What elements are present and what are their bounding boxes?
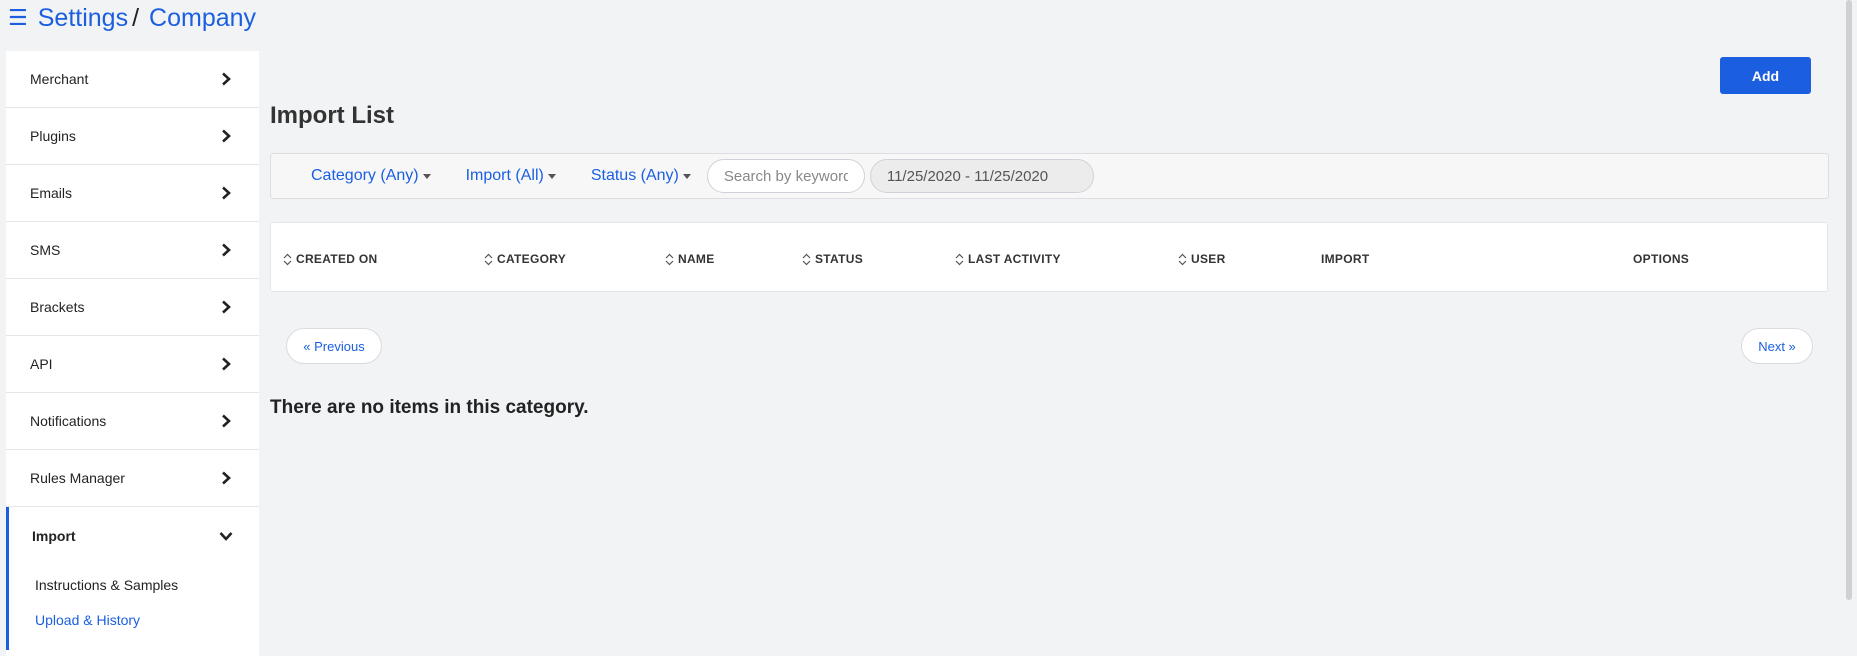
main-content: Add Import List Category (Any) Import (A… [270, 0, 1830, 656]
status-filter-label: Status (Any) [590, 167, 679, 184]
breadcrumb-settings-link[interactable]: Settings [38, 4, 128, 33]
category-filter-label: Category (Any) [311, 167, 419, 184]
chevron-down-icon [219, 531, 233, 541]
sidebar-item-sms[interactable]: SMS [6, 222, 259, 279]
empty-state-message: There are no items in this category. [270, 397, 589, 418]
page-title: Import List [270, 102, 394, 129]
chevron-right-icon [222, 243, 231, 257]
sidebar-item-rules-manager[interactable]: Rules Manager [6, 450, 259, 507]
column-header-category[interactable]: CATEGORY [484, 252, 566, 266]
column-header-label: LAST ACTIVITY [968, 252, 1061, 266]
column-header-label: CATEGORY [497, 252, 567, 266]
column-header-status[interactable]: STATUS [802, 252, 863, 266]
column-header-options: OPTIONS [1633, 252, 1689, 266]
chevron-right-icon [222, 300, 231, 314]
sort-icon [955, 253, 964, 265]
submenu-upload-history[interactable]: Upload & History [32, 603, 259, 638]
import-filter-label: Import (All) [465, 167, 544, 184]
sidebar-item-label: Notifications [30, 413, 107, 429]
column-header-name[interactable]: NAME [665, 252, 715, 266]
sort-icon [665, 253, 674, 265]
chevron-right-icon [222, 357, 231, 371]
status-filter-dropdown[interactable]: Status (Any) [591, 167, 691, 185]
sidebar-item-label: Emails [30, 185, 73, 201]
chevron-right-icon [222, 72, 231, 86]
page-scrollbar[interactable] [1846, 0, 1852, 600]
column-header-user[interactable]: USER [1178, 252, 1226, 266]
chevron-right-icon [222, 414, 231, 428]
breadcrumb-company-link[interactable]: Company [149, 4, 256, 33]
column-header-created-on[interactable]: CREATED ON [283, 252, 377, 266]
import-filter-dropdown[interactable]: Import (All) [466, 167, 556, 185]
chevron-right-icon [222, 129, 231, 143]
breadcrumb-separator: / [132, 3, 140, 32]
sidebar-item-brackets[interactable]: Brackets [6, 279, 259, 336]
sidebar-item-api[interactable]: API [6, 336, 259, 393]
sidebar-item-label: Rules Manager [30, 470, 125, 486]
column-header-label: OPTIONS [1633, 252, 1690, 266]
settings-sidebar: Merchant Plugins Emails SMS Brackets API… [6, 51, 259, 656]
add-button[interactable]: Add [1720, 57, 1811, 94]
column-header-import: IMPORT [1321, 252, 1369, 266]
sort-icon [484, 253, 493, 265]
hamburger-icon[interactable]: ☰ [8, 7, 28, 29]
sidebar-item-label: Brackets [30, 299, 85, 315]
sidebar-item-label: SMS [30, 242, 61, 258]
chevron-right-icon [222, 186, 231, 200]
category-filter-dropdown[interactable]: Category (Any) [311, 167, 431, 185]
column-header-label: CREATED ON [296, 252, 378, 266]
sidebar-item-label: API [30, 356, 53, 372]
sidebar-item-label: Plugins [30, 128, 76, 144]
date-range-picker[interactable]: 11/25/2020 - 11/25/2020 [869, 159, 1094, 193]
column-header-last-activity[interactable]: LAST ACTIVITY [955, 252, 1061, 266]
search-input[interactable] [706, 159, 865, 193]
import-table: CREATED ON CATEGORY NAME STATUS LAST ACT… [270, 222, 1828, 292]
sort-icon [802, 253, 811, 265]
chevron-right-icon [222, 471, 231, 485]
sort-icon [1178, 253, 1187, 265]
column-header-label: NAME [678, 252, 715, 266]
sidebar-item-notifications[interactable]: Notifications [6, 393, 259, 450]
submenu-instructions-samples[interactable]: Instructions & Samples [32, 568, 259, 603]
column-header-label: IMPORT [1321, 252, 1370, 266]
import-submenu: Instructions & Samples Upload & History [6, 564, 259, 650]
sidebar-item-label: Merchant [30, 71, 89, 87]
column-header-label: STATUS [815, 252, 864, 266]
caret-down-icon [682, 173, 691, 179]
next-page-button[interactable]: Next » [1741, 328, 1813, 364]
sidebar-item-label: Import [32, 527, 76, 544]
column-header-label: USER [1191, 252, 1226, 266]
sidebar-item-emails[interactable]: Emails [6, 165, 259, 222]
caret-down-icon [422, 173, 431, 179]
sort-icon [283, 253, 292, 265]
previous-page-button[interactable]: « Previous [286, 328, 382, 364]
sidebar-item-plugins[interactable]: Plugins [6, 108, 259, 165]
sidebar-item-import[interactable]: Import [6, 507, 259, 564]
caret-down-icon [547, 173, 556, 179]
filter-bar: Category (Any) Import (All) Status (Any)… [270, 153, 1829, 199]
sidebar-item-merchant[interactable]: Merchant [6, 51, 259, 108]
